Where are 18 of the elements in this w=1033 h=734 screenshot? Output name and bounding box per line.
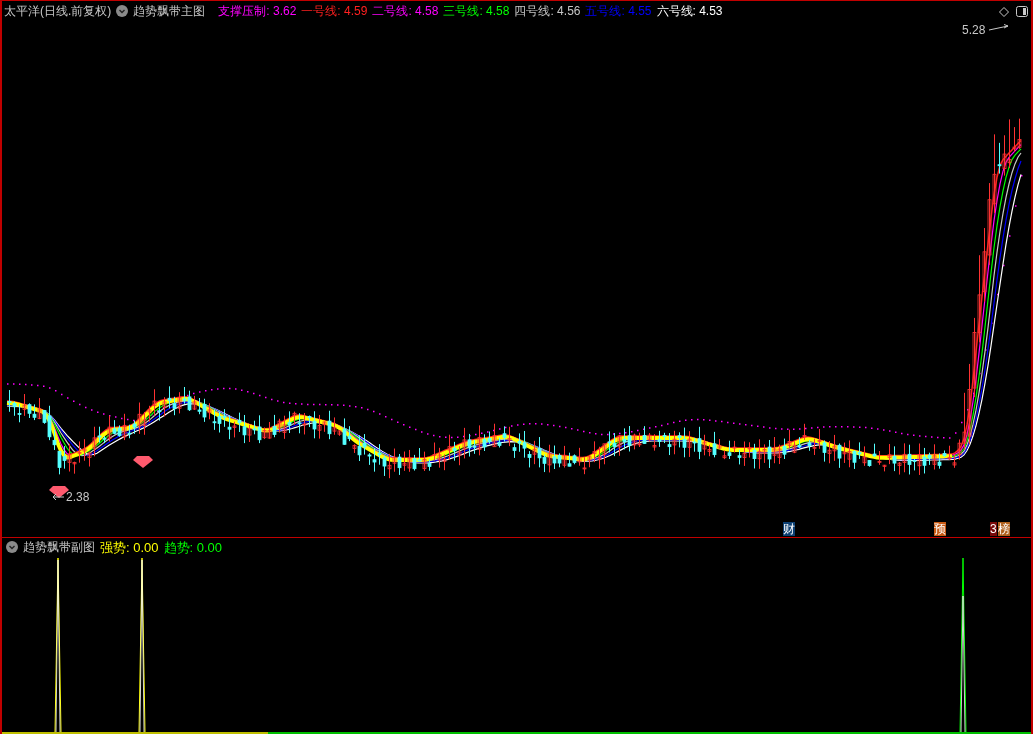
legend-item: 五号线: 4.55 [585,5,652,17]
legend-item: 一号线: 4.59 [301,5,368,17]
legend-item: 支撑压制: 3.62 [218,5,297,17]
indicator-title: 趋势飘带主图 [133,5,206,17]
stock-title: 太平洋(日线.前复权) [4,5,112,17]
event-marker[interactable]: 财 [783,522,795,536]
legend-item: 强势: 0.00 [100,540,159,554]
low-price-label: 2.38 [66,491,90,503]
legend-item: 六号线: 4.53 [656,5,723,17]
legend-item: 趋势: 0.00 [163,540,223,554]
legend-item: 四号线: 4.56 [514,5,581,17]
high-price-label: 5.28 [962,24,986,36]
indicator-title: 趋势飘带副图 [23,541,95,553]
legend-item: 二号线: 4.58 [372,5,439,17]
event-marker[interactable]: 榜 [998,522,1010,536]
event-marker[interactable]: 3 [990,522,997,536]
event-marker[interactable]: 预 [934,522,946,536]
legend-item: 三号线: 4.58 [443,5,510,17]
